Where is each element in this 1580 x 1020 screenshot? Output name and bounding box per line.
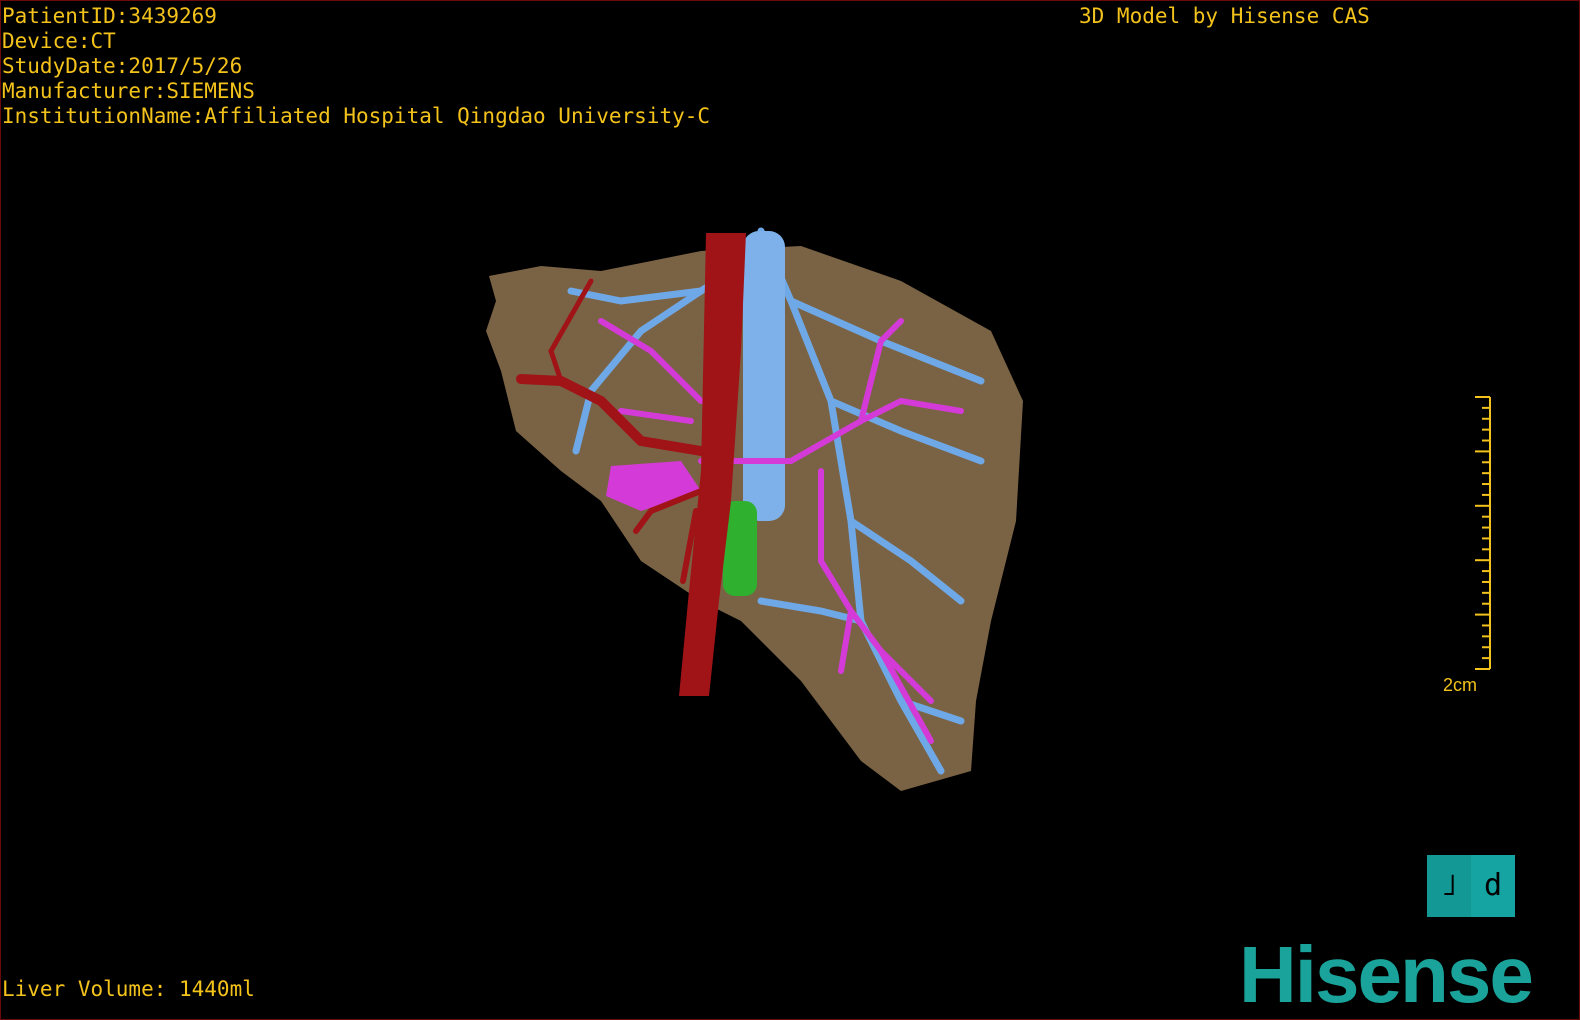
device: Device:CT [2, 29, 116, 53]
scale-bar [1475, 396, 1491, 670]
patient-id: PatientID:3439269 [2, 4, 217, 28]
manufacturer: Manufacturer:SIEMENS [2, 79, 255, 103]
3d-viewer[interactable]: PatientID:3439269 Device:CT StudyDate:20… [0, 0, 1580, 1020]
liver-3d-model[interactable] [1, 1, 1580, 1020]
hisense-logo: Hisense [1239, 930, 1534, 1019]
orientation-face-right: d [1471, 855, 1515, 917]
scale-label: 2cm [1443, 675, 1478, 695]
study-date: StudyDate:2017/5/26 [2, 54, 243, 78]
model-credit: 3D Model by Hisense CAS [1079, 4, 1370, 28]
orientation-face-left: ˩ [1439, 868, 1459, 903]
liver-volume: Liver Volume: 1440ml [2, 977, 255, 1001]
vena-cava [743, 231, 785, 521]
orientation-cube[interactable]: ˩ d [1427, 855, 1515, 917]
institution-name: InstitutionName:Affiliated Hospital Qing… [2, 104, 711, 128]
